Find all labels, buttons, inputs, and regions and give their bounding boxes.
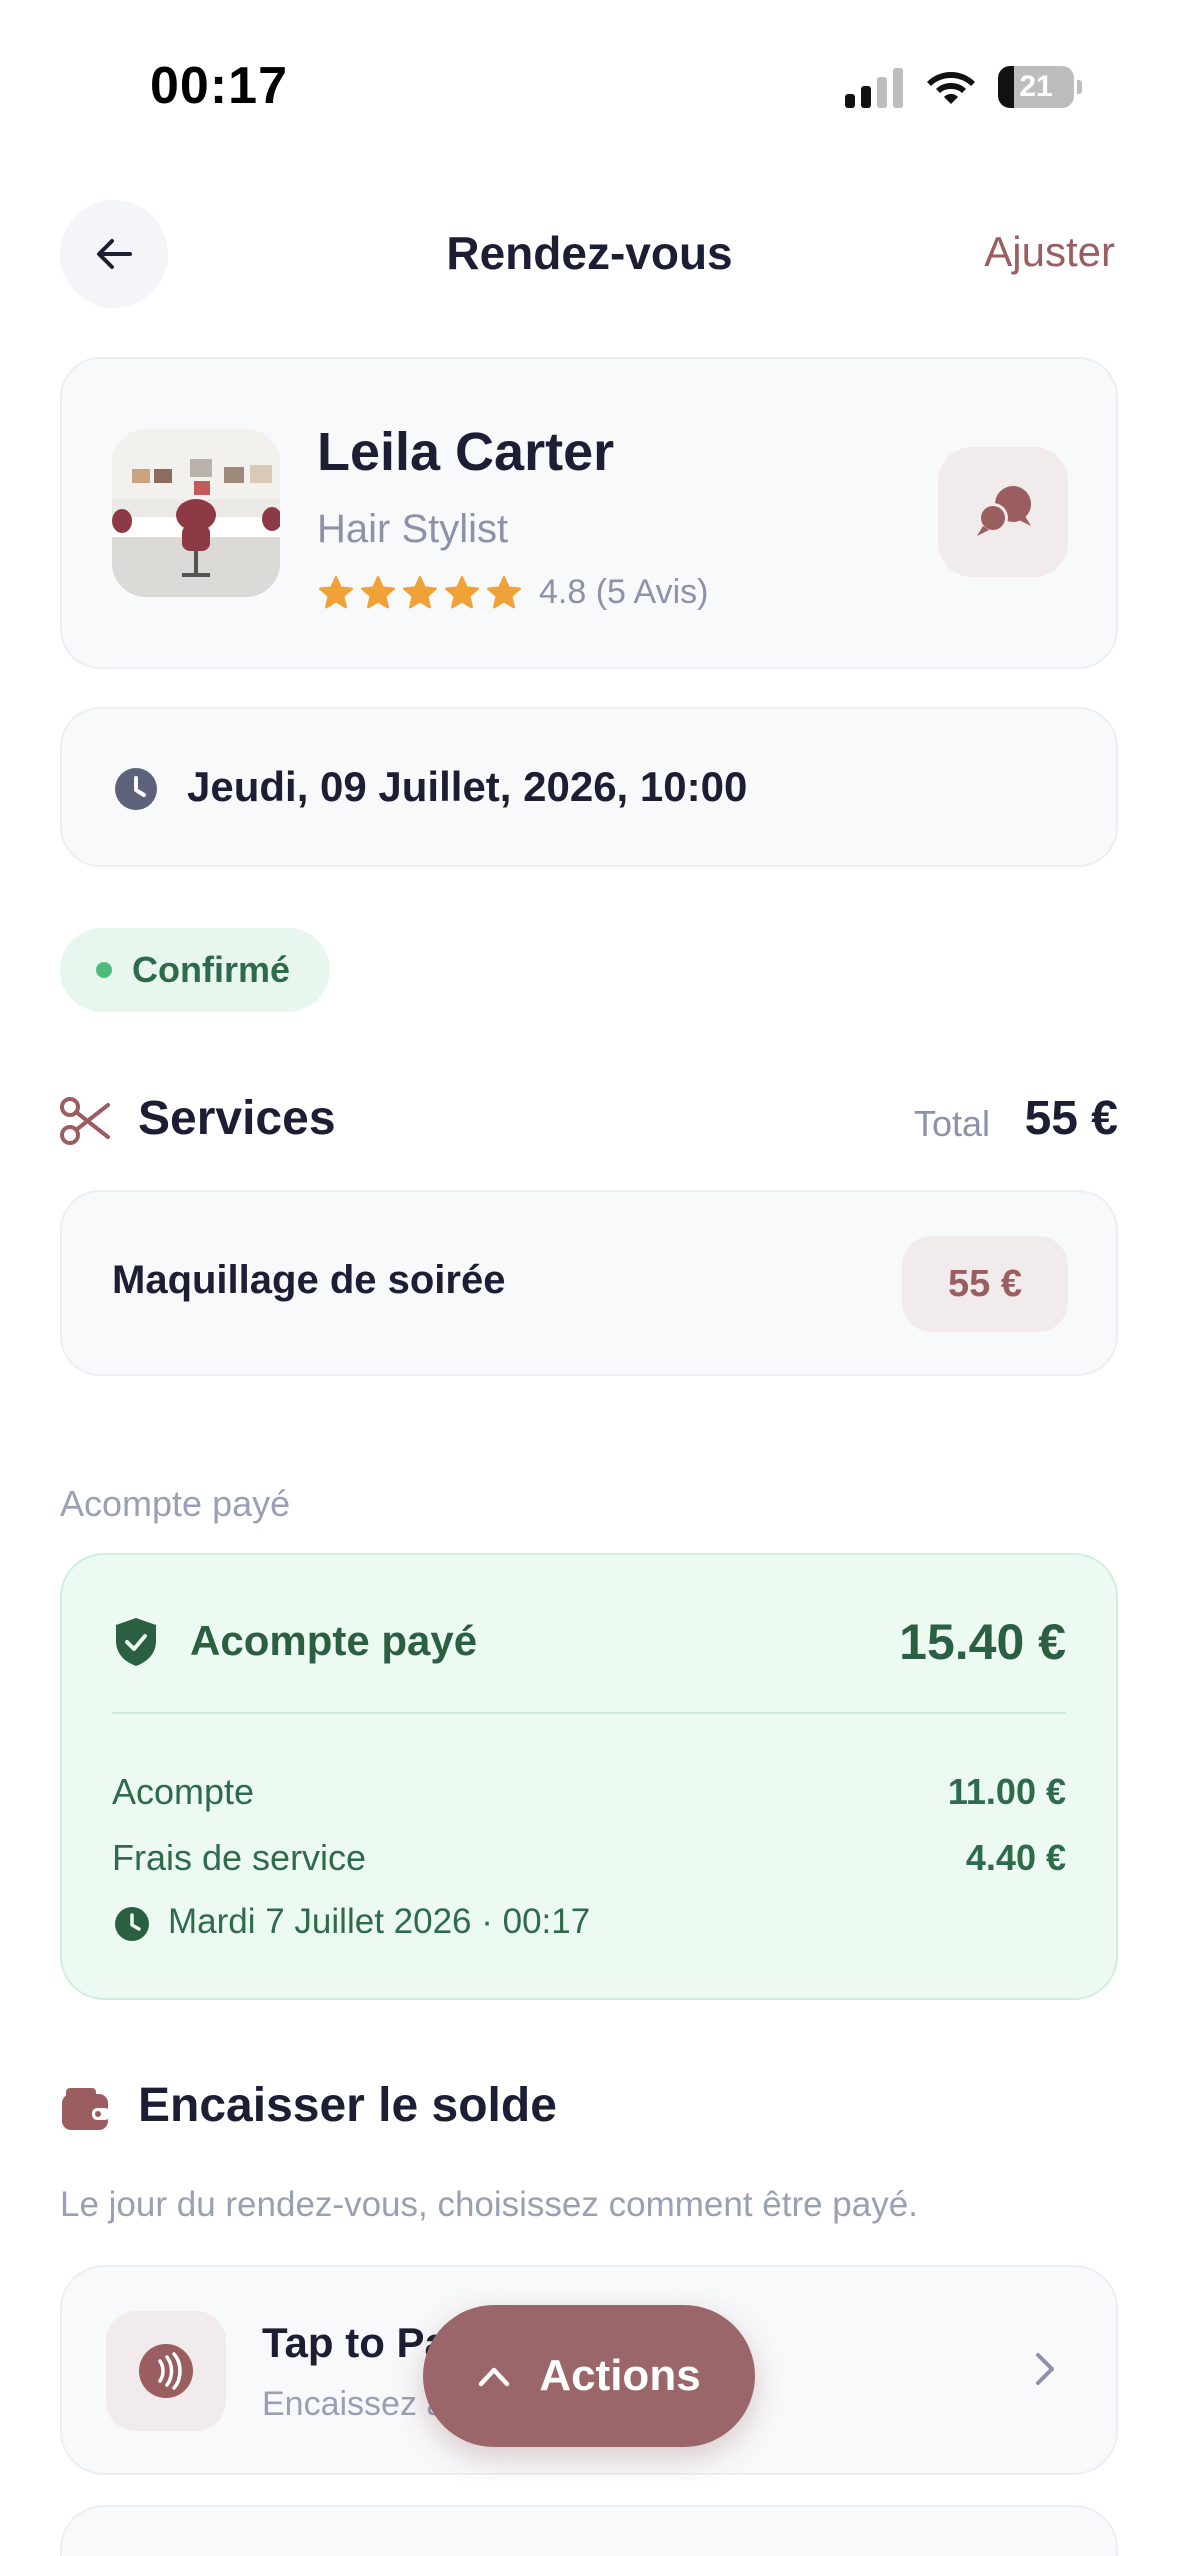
chevron-right-icon (1036, 2353, 1054, 2385)
deposit-card: Acompte payé 15.40 € Acompte 11.00 € Fra… (60, 1553, 1118, 2000)
shield-check-icon (116, 1618, 156, 1666)
stylist-role: Hair Stylist (317, 507, 509, 551)
appointment-date-card: Jeudi, 09 Juillet, 2026, 10:00 (60, 707, 1118, 867)
chat-button[interactable] (938, 447, 1068, 577)
services-header: Services Total 55 € (60, 1085, 1118, 1155)
battery-icon: 21 (998, 66, 1082, 108)
wallet-icon (62, 2088, 110, 2130)
stylist-name: Leila Carter (317, 422, 615, 482)
deposit-row-label: Acompte (112, 1771, 255, 1812)
actions-label: Actions (539, 2351, 701, 2400)
deposit-row-label: Frais de service (112, 1837, 367, 1878)
service-price: 55 € (902, 1236, 1068, 1332)
status-text: Confirmé (132, 949, 291, 990)
total-label: Total (913, 1103, 990, 1144)
clock-icon (115, 1907, 149, 1941)
status-time: 00:17 (150, 57, 288, 115)
stylist-card[interactable]: Leila Carter Hair Stylist 4.8 (5 Avis) (60, 357, 1118, 669)
rating-row: 4.8 (5 Avis) (317, 573, 708, 612)
balance-header: Encaisser le solde (60, 2072, 1118, 2142)
services-title: Services (138, 1092, 336, 1145)
star-icon (444, 575, 480, 608)
status-badge: Confirmé (60, 928, 331, 1012)
actions-button[interactable]: Actions (423, 2305, 755, 2447)
deposit-divider (112, 1712, 1066, 1714)
star-icon (360, 575, 396, 608)
deposit-row-value: 11.00 € (947, 1771, 1066, 1812)
balance-subtitle: Le jour du rendez-vous, choisissez comme… (60, 2185, 918, 2224)
wifi-icon (927, 72, 975, 104)
chevron-up-icon (479, 2367, 510, 2387)
deposit-caption: Acompte payé (60, 1483, 291, 1524)
deposit-row-value: 4.40 € (965, 1837, 1066, 1878)
payment-icon-box (106, 2311, 226, 2431)
star-icon (318, 575, 354, 608)
clock-icon (115, 768, 157, 810)
rating-text: 4.8 (5 Avis) (539, 573, 709, 611)
star-icon (402, 575, 438, 608)
star-icon (486, 575, 522, 608)
deposit-total: 15.40 € (899, 1614, 1066, 1670)
signal-icon (845, 68, 903, 108)
scissors-icon (60, 1097, 110, 1145)
status-dot (96, 962, 112, 978)
adjust-button[interactable]: Ajuster (984, 228, 1115, 276)
deposit-title: Acompte payé (190, 1617, 478, 1664)
chat-bubbles-icon (977, 486, 1031, 536)
battery-level: 21 (1019, 70, 1053, 103)
appointment-datetime: Jeudi, 09 Juillet, 2026, 10:00 (187, 763, 748, 810)
service-name: Maquillage de soirée (112, 1258, 506, 1302)
contactless-icon (139, 2344, 193, 2398)
balance-title: Encaisser le solde (138, 2079, 557, 2132)
service-item: Maquillage de soirée 55 € (60, 1190, 1118, 1376)
total-value: 55 € (1024, 1092, 1118, 1145)
stylist-photo (112, 429, 280, 597)
status-bar: 00:17 21 (0, 0, 1179, 150)
rating-stars (317, 574, 527, 612)
deposit-paid-at: Mardi 7 Juillet 2026 · 00:17 (168, 1902, 591, 1941)
payment-option-next[interactable] (60, 2505, 1118, 2556)
